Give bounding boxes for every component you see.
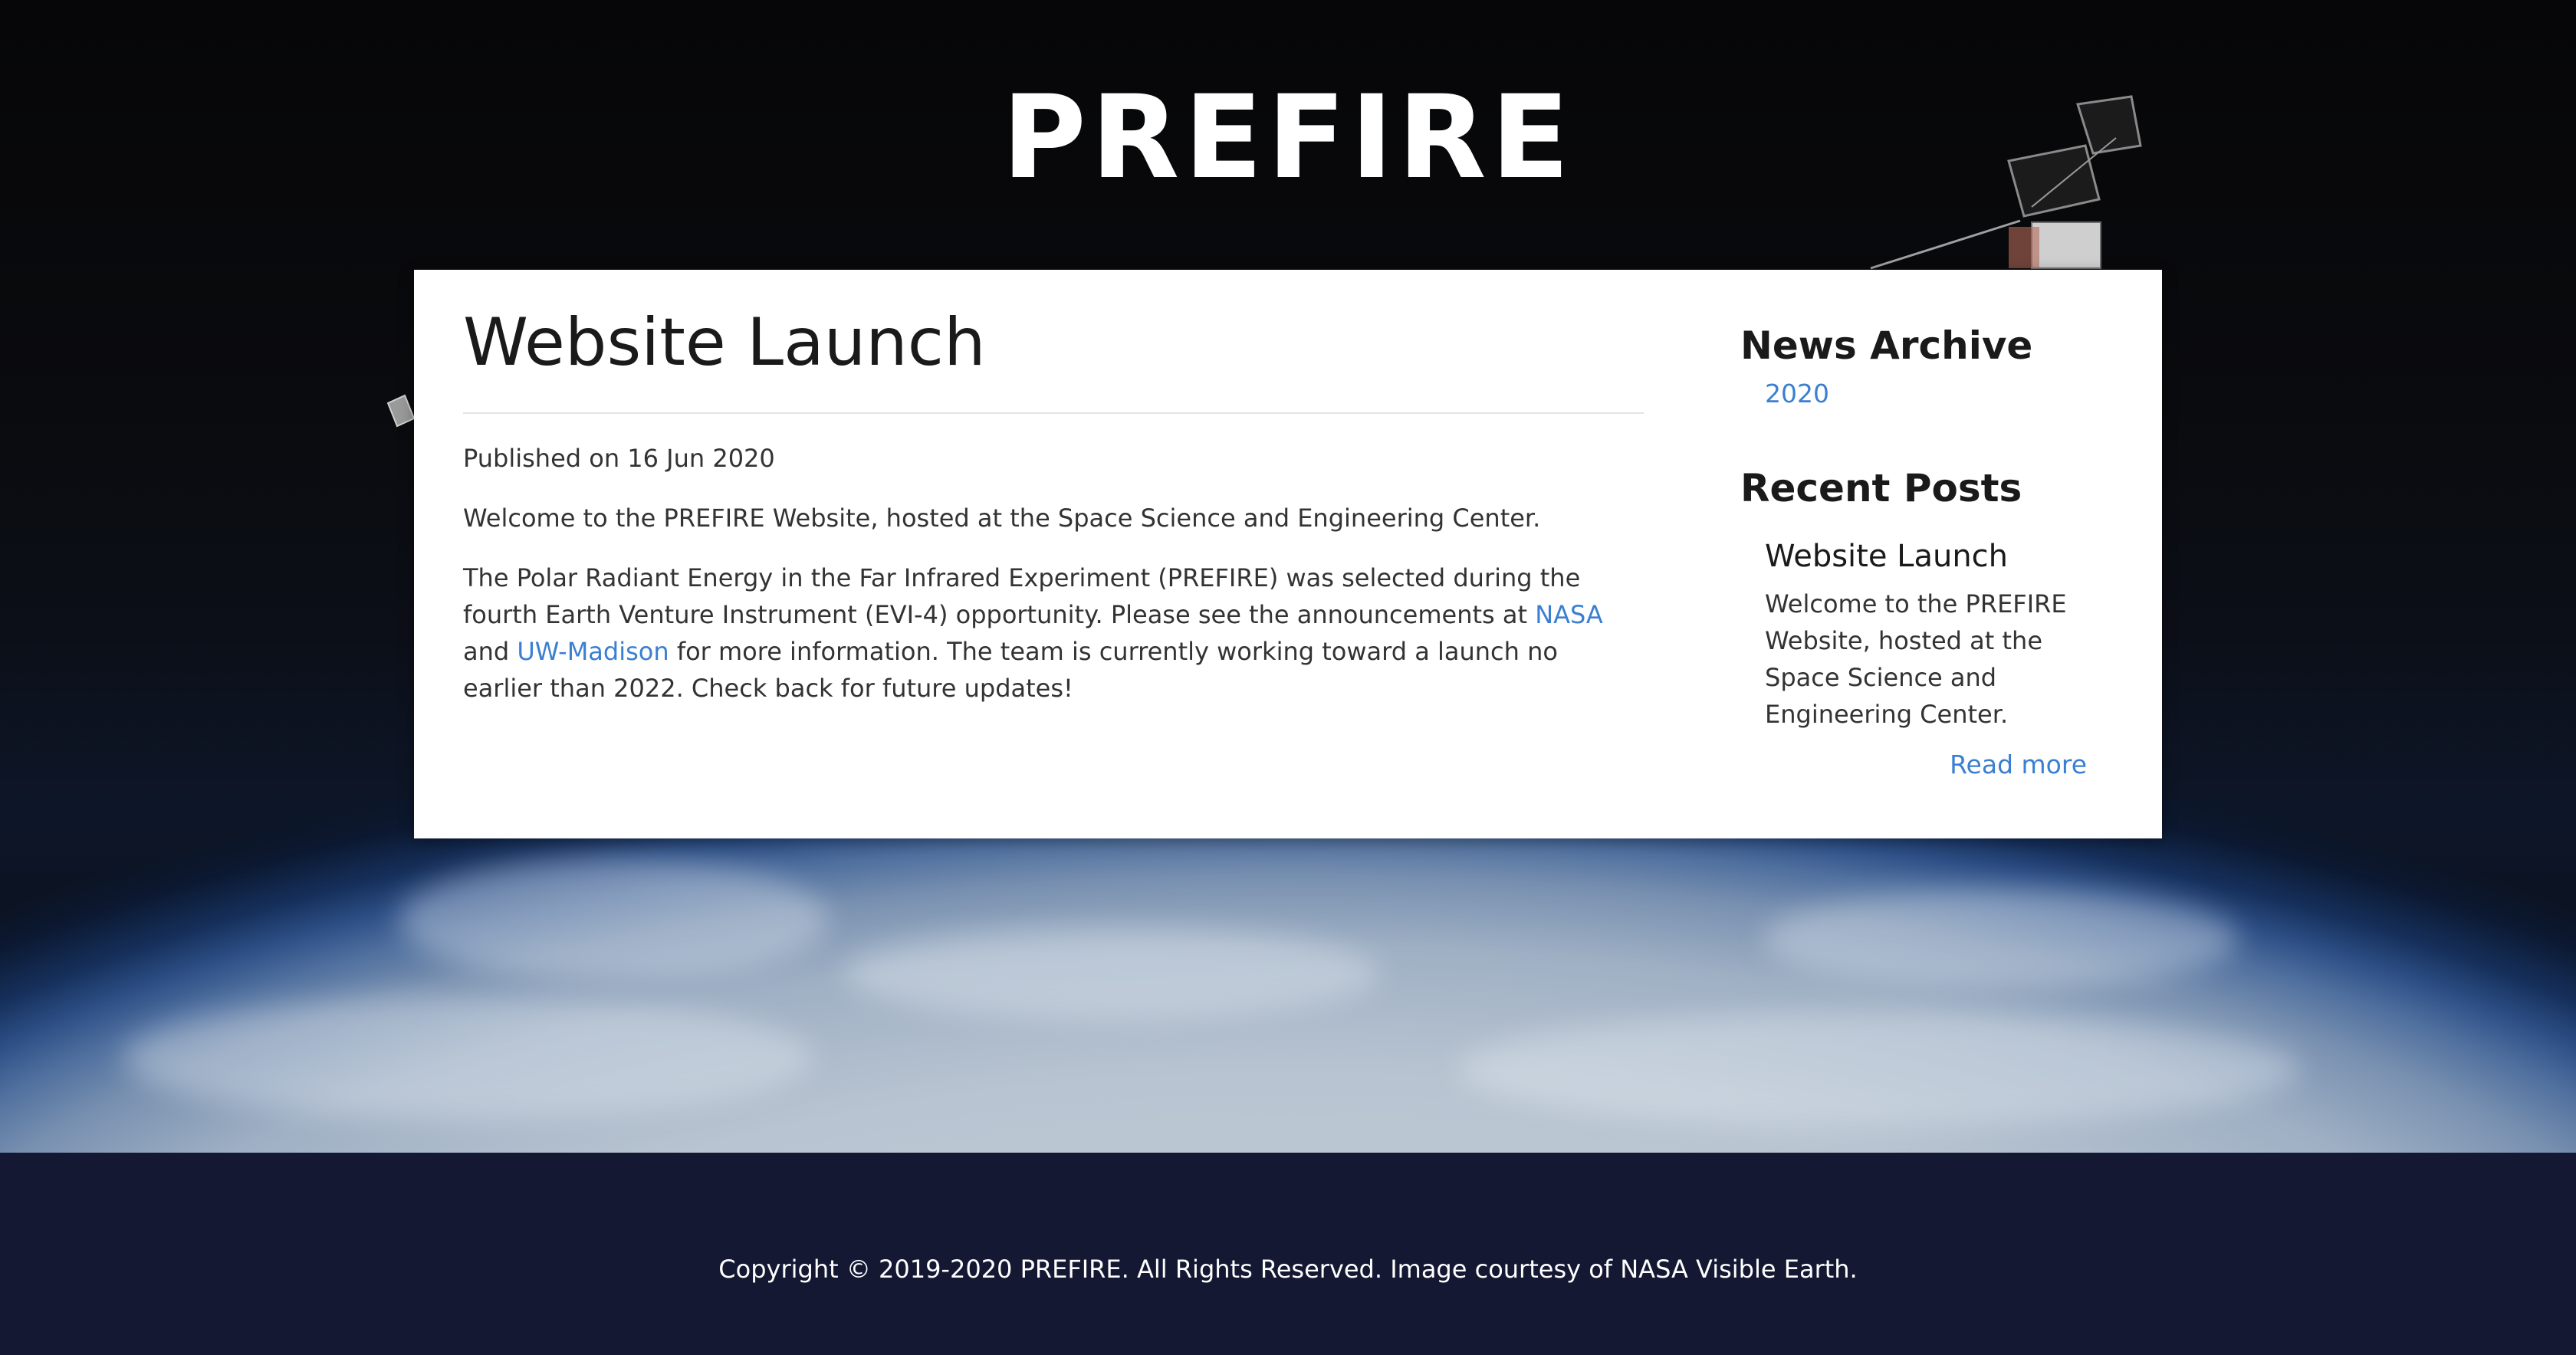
copyright-text: Copyright © 2019-2020 PREFIRE. All Right…: [718, 1255, 1858, 1284]
recent-post-title[interactable]: Website Launch: [1765, 535, 2087, 578]
uw-madison-link[interactable]: UW-Madison: [517, 637, 669, 666]
article: Website Launch Published on 16 Jun 2020 …: [463, 300, 1644, 707]
footer: Copyright © 2019-2020 PREFIRE. All Right…: [0, 1153, 2576, 1355]
archive-year-link[interactable]: 2020: [1765, 376, 2108, 412]
read-more-link[interactable]: Read more: [1765, 746, 2087, 783]
recent-post: Website Launch Welcome to the PREFIRE We…: [1765, 535, 2087, 783]
nasa-link[interactable]: NASA: [1535, 600, 1603, 629]
recent-posts-heading: Recent Posts: [1740, 466, 2022, 510]
published-date: Published on 16 Jun 2020: [463, 444, 775, 473]
cloud-shape: [843, 927, 1380, 1019]
cloud-shape: [399, 858, 828, 981]
cloud-shape: [123, 996, 813, 1119]
content-card: Website Launch Published on 16 Jun 2020 …: [414, 270, 2162, 838]
article-paragraph: The Polar Radiant Energy in the Far Infr…: [463, 559, 1644, 707]
cloud-shape: [1457, 1012, 2300, 1127]
article-paragraph: Welcome to the PREFIRE Website, hosted a…: [463, 504, 1541, 533]
divider: [463, 412, 1644, 414]
recent-post-excerpt: Welcome to the PREFIRE Website, hosted a…: [1765, 589, 2067, 729]
news-archive-heading: News Archive: [1740, 323, 2033, 368]
cloud-shape: [1763, 889, 2239, 989]
article-text: and: [463, 637, 518, 666]
site-title[interactable]: PREFIRE: [0, 61, 2576, 215]
article-title: Website Launch: [463, 304, 986, 381]
page: PREFIRE Website Launch Published on 16 J…: [0, 0, 2576, 1355]
sidebar: News Archive 2020 Recent Posts Website L…: [1740, 319, 2108, 783]
article-text: The Polar Radiant Energy in the Far Infr…: [463, 563, 1581, 629]
